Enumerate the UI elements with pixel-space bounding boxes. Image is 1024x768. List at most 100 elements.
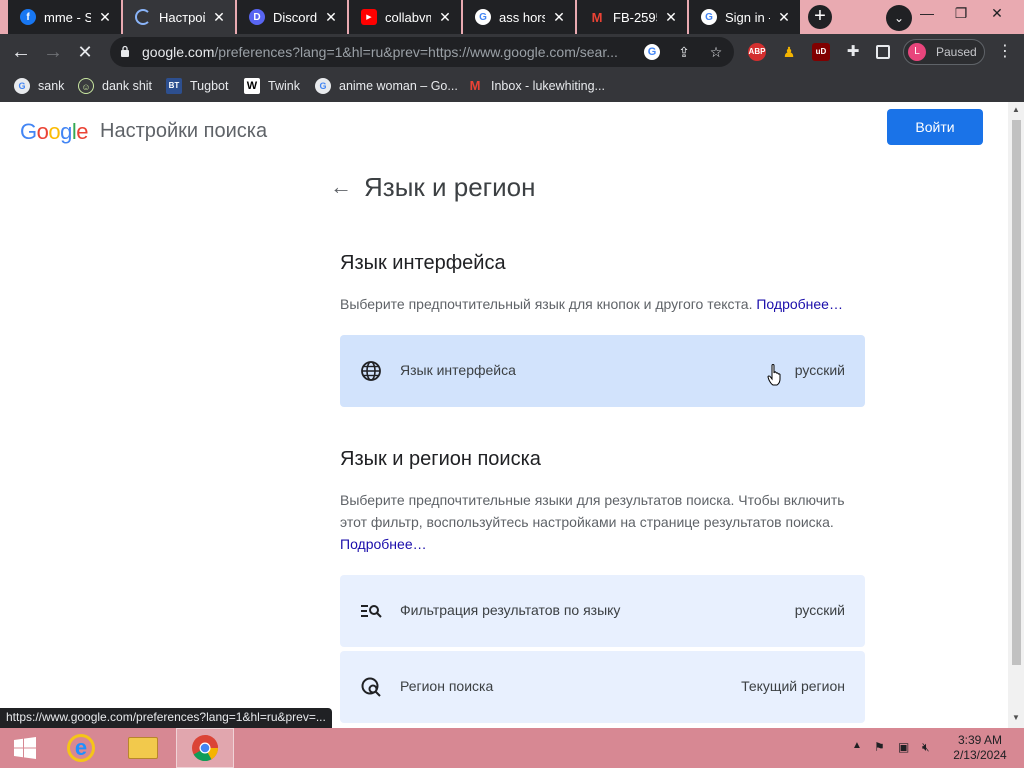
clock-time: 3:39 AM: [957, 733, 1003, 747]
close-icon[interactable]: ✕: [211, 9, 227, 25]
close-icon[interactable]: ✕: [776, 9, 792, 25]
address-bar[interactable]: google.com/preferences?lang=1&hl=ru&prev…: [110, 37, 734, 67]
tab-search-button[interactable]: ⌄: [886, 5, 912, 31]
discord-icon: D: [249, 9, 265, 25]
tab-facebook[interactable]: f mme - Se ✕: [8, 0, 121, 34]
adblock-plus-icon[interactable]: ABP: [748, 43, 766, 61]
tab-title: mme - Se: [44, 9, 91, 25]
url-text[interactable]: google.com/preferences?lang=1&hl=ru&prev…: [142, 44, 632, 60]
search-language-description: Выберите предпочтительные языки для резу…: [340, 492, 845, 552]
status-bar-url: https://www.google.com/preferences?lang=…: [0, 708, 332, 728]
google-icon: G: [14, 78, 30, 94]
tab-google-search[interactable]: G ass horse ✕: [463, 0, 575, 34]
card-value: Текущий регион: [741, 678, 845, 694]
bookmark-sank[interactable]: Gsank: [14, 77, 64, 95]
share-icon[interactable]: ⇪: [676, 44, 692, 60]
youtube-icon: ▶: [361, 9, 377, 25]
close-icon[interactable]: ✕: [97, 9, 113, 25]
loading-icon: [135, 9, 151, 25]
back-arrow-icon[interactable]: ←: [330, 176, 352, 198]
bookmark-star-icon[interactable]: ☆: [708, 44, 724, 60]
minimize-icon[interactable]: —: [912, 2, 942, 24]
gmail-icon: M: [469, 78, 481, 93]
back-icon[interactable]: ←: [8, 39, 34, 65]
tab-gmail[interactable]: M FB-2595 ✕: [577, 0, 687, 34]
bookmark-anime-woman[interactable]: Ganime woman – Go...: [315, 77, 458, 95]
network-icon[interactable]: ▣: [898, 740, 909, 754]
stop-loading-icon[interactable]: ✕: [72, 39, 98, 65]
volume-muted-icon[interactable]: 🔇︎: [922, 740, 930, 755]
folder-icon: [128, 737, 158, 759]
hand-cursor-icon: [767, 364, 781, 386]
avatar: L: [908, 43, 926, 61]
bookmark-dank-shit[interactable]: ☺ dank shit: [78, 77, 152, 95]
card-value: русский: [794, 362, 845, 378]
close-icon[interactable]: ✕: [323, 9, 339, 25]
scroll-down-icon[interactable]: ▼: [1011, 713, 1021, 723]
bookmark-inbox[interactable]: M Inbox - lukewhiting...: [467, 77, 605, 95]
tab-title: FB-2595: [613, 9, 657, 25]
tab-title: Настройк: [159, 9, 205, 25]
clock[interactable]: 3:39 AM 2/13/2024: [950, 733, 1010, 763]
clock-date: 2/13/2024: [953, 748, 1007, 762]
internet-explorer-icon: e: [67, 734, 95, 762]
flag-icon[interactable]: ⚑: [874, 740, 885, 754]
learn-more-link[interactable]: Подробнее…: [340, 536, 427, 552]
start-button[interactable]: [0, 728, 50, 768]
menu-kebab-icon[interactable]: ⋮: [992, 39, 1018, 65]
page-scrollbar[interactable]: ▲ ▼: [1008, 102, 1024, 728]
tab-youtube[interactable]: ▶ collabvm ✕: [349, 0, 461, 34]
windows-icon: [14, 737, 36, 759]
tab-strip: f mme - Se ✕ Настройк ✕ D Discord ✕ ▶ co…: [0, 0, 1024, 34]
close-icon[interactable]: ✕: [551, 9, 567, 25]
language-filter-card[interactable]: Фильтрация результатов по языку русский: [340, 575, 865, 647]
chrome-button[interactable]: [176, 728, 234, 768]
sign-in-button[interactable]: Войти: [887, 109, 983, 145]
file-explorer-button[interactable]: [114, 728, 172, 768]
card-label: Фильтрация результатов по языку: [400, 602, 621, 618]
close-icon[interactable]: ✕: [663, 9, 679, 25]
tab-title: Sign in -: [725, 9, 770, 25]
bookmark-tugbot[interactable]: BT Tugbot: [166, 77, 228, 95]
bookmark-twink[interactable]: W Twink: [244, 77, 300, 95]
tray-expand-icon[interactable]: ▲: [852, 740, 862, 751]
tab-discord[interactable]: D Discord ✕: [237, 0, 347, 34]
card-label: Регион поиска: [400, 678, 494, 694]
ublock-icon[interactable]: uD: [812, 43, 830, 61]
extension-person-icon[interactable]: ♟: [780, 43, 798, 61]
card-label: Язык интерфейса: [400, 362, 516, 378]
smiley-icon: ☺: [78, 78, 94, 94]
profile-status: Paused: [936, 45, 977, 59]
lock-icon[interactable]: [120, 45, 130, 57]
google-logo[interactable]: Google: [20, 119, 89, 145]
search-language-heading: Язык и регион поиска: [340, 448, 541, 470]
tab-title: Discord: [273, 9, 317, 25]
learn-more-link[interactable]: Подробнее…: [756, 296, 843, 312]
tab-settings[interactable]: Настройк ✕: [123, 0, 235, 34]
taskbar: e ▲ ⚑ ▣ 🔇︎ 3:39 AM 2/13/2024: [0, 728, 1024, 768]
scroll-up-icon[interactable]: ▲: [1011, 105, 1021, 115]
browser-toolbar: ← → ✕ google.com/preferences?lang=1&hl=r…: [0, 34, 1024, 70]
ui-language-heading: Язык интерфейса: [340, 252, 506, 274]
globe-icon: [361, 361, 381, 381]
scrollbar-thumb[interactable]: [1012, 120, 1021, 665]
filter-search-icon: [361, 605, 382, 618]
tab-sign-in[interactable]: G Sign in - ✕: [689, 0, 800, 34]
extensions-puzzle-icon[interactable]: ✚: [844, 43, 862, 61]
internet-explorer-button[interactable]: e: [52, 728, 110, 768]
search-region-card[interactable]: Регион поиска Текущий регион: [340, 651, 865, 723]
google-icon: G: [315, 78, 331, 94]
google-icon: G: [701, 9, 717, 25]
section-title: Язык и регион: [364, 172, 536, 202]
google-lens-icon[interactable]: G: [644, 44, 660, 60]
profile-button[interactable]: L Paused: [903, 39, 985, 65]
page-title: Настройки поиска: [100, 120, 268, 142]
forward-icon[interactable]: →: [40, 39, 66, 65]
close-icon[interactable]: ✕: [437, 9, 453, 25]
tab-title: ass horse: [499, 9, 545, 25]
new-tab-button[interactable]: +: [808, 5, 832, 29]
ui-language-card[interactable]: Язык интерфейса русский: [340, 335, 865, 407]
side-panel-icon[interactable]: [876, 45, 890, 59]
restore-icon[interactable]: ❐: [946, 2, 976, 24]
close-window-icon[interactable]: ✕: [982, 2, 1012, 24]
